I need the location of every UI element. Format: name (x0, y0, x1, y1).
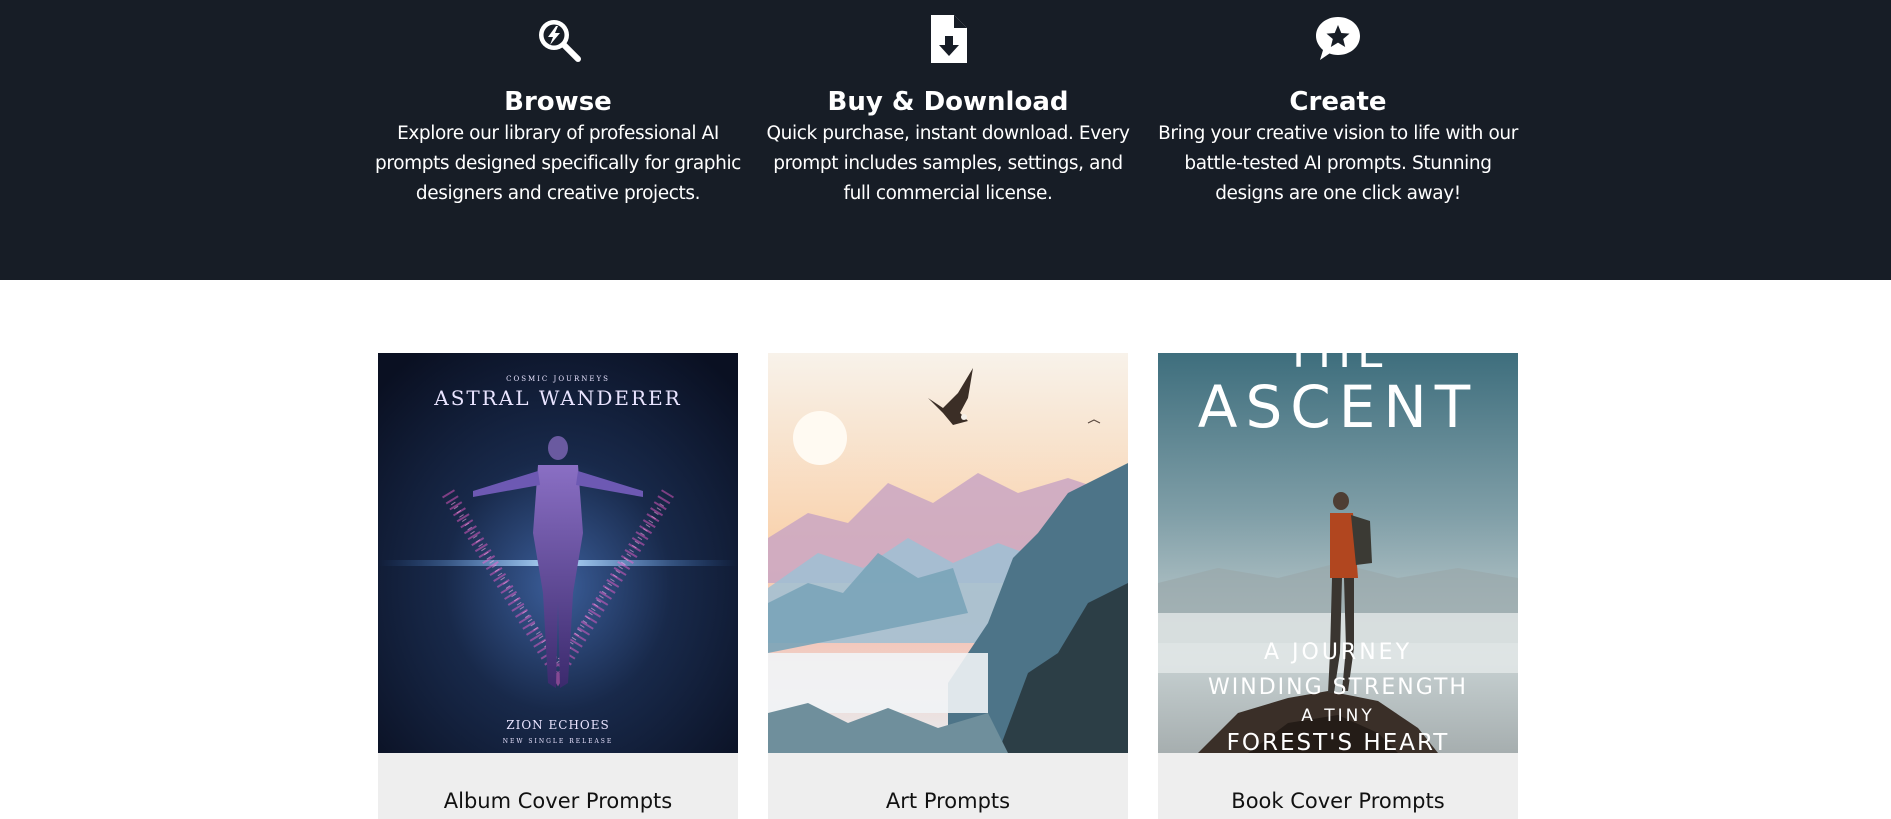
book-line-4: FOREST'S HEART (1227, 730, 1450, 753)
feature-title: Create (1289, 87, 1387, 117)
feature-title: Browse (504, 87, 612, 117)
feature-description: Bring your creative vision to life with … (1158, 123, 1518, 204)
magnifier-lightning-icon (539, 20, 581, 62)
album-cover-artwork: COSMIC JOURNEYS ASTRAL WANDERER ZION ECH… (378, 353, 738, 753)
star-speech-bubble-icon (1316, 17, 1360, 60)
how-it-works-section: Browse Explore our library of profession… (0, 0, 1891, 280)
book-line-3: A TINY (1301, 706, 1375, 726)
category-card-label[interactable]: Book Cover Prompts (1158, 786, 1518, 816)
feature-title: Buy & Download (827, 87, 1069, 117)
category-card-label[interactable]: Album Cover Prompts (378, 786, 738, 816)
feature-description: Quick purchase, instant download. Every … (766, 123, 1130, 204)
category-card-art[interactable]: Art Prompts (768, 353, 1128, 819)
book-cover-artwork: THE ASCENT A JOURNEY WINDING STRENGTH A … (1158, 353, 1518, 753)
art-artwork (768, 353, 1128, 753)
category-card-album-cover[interactable]: COSMIC JOURNEYS ASTRAL WANDERER ZION ECH… (378, 353, 738, 819)
album-title: ASTRAL WANDERER (433, 386, 681, 410)
album-top-text: COSMIC JOURNEYS (506, 375, 610, 383)
category-card-label[interactable]: Art Prompts (768, 786, 1128, 816)
book-line-1: A JOURNEY (1264, 640, 1412, 665)
album-artist: ZION ECHOES (506, 718, 609, 732)
file-download-icon (931, 15, 967, 63)
album-subtitle: NEW SINGLE RELEASE (503, 738, 614, 745)
book-line-2: WINDING STRENGTH (1208, 675, 1468, 700)
feature-description: Explore our library of professional AI p… (375, 123, 741, 204)
book-title: ASCENT (1198, 373, 1478, 441)
category-card-book-cover[interactable]: THE ASCENT A JOURNEY WINDING STRENGTH A … (1158, 353, 1518, 819)
